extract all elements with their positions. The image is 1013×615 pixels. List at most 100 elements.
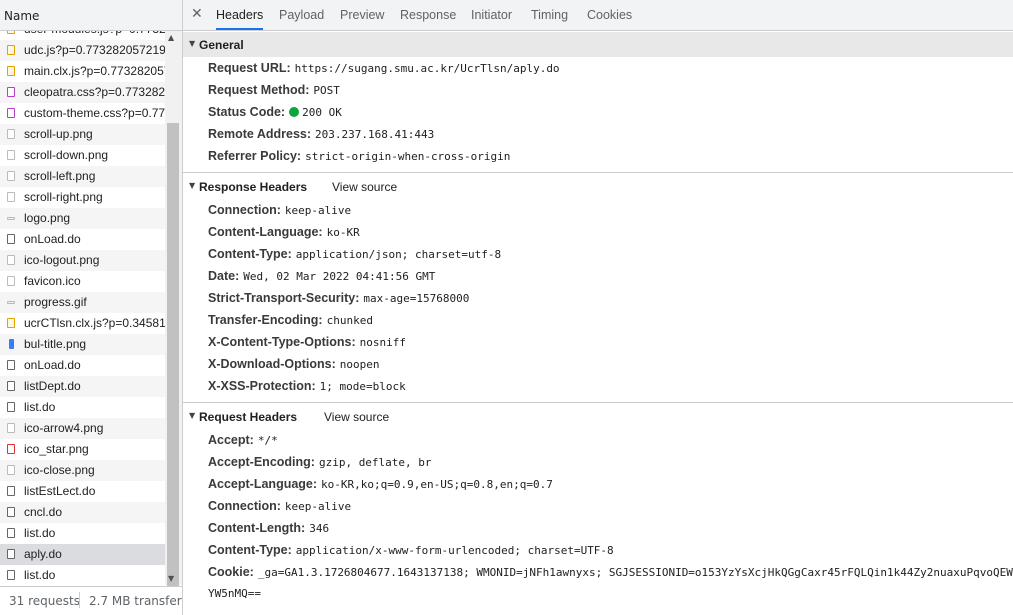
- request-list-item[interactable]: scroll-right.png: [0, 187, 165, 208]
- details-tab-bar: ✕ Headers Payload Preview Response Initi…: [183, 0, 1013, 31]
- header-value: nosniff: [359, 336, 407, 349]
- header-name: Content-Language:: [208, 225, 323, 239]
- request-list-item[interactable]: aply.do: [0, 544, 165, 565]
- request-list-item[interactable]: ico-close.png: [0, 460, 165, 481]
- header-row: Cookie: _ga=GA1.3.1726804677.1643137138; …: [208, 565, 1013, 585]
- header-value: application/json; charset=utf-8: [295, 248, 502, 261]
- image-file-icon: [7, 444, 15, 454]
- header-row: X-Content-Type-Options: nosniff: [208, 335, 406, 355]
- tab-cookies[interactable]: Cookies: [587, 0, 632, 30]
- general-section-header[interactable]: ▼ General: [183, 32, 1013, 57]
- tab-timing[interactable]: Timing: [531, 0, 568, 30]
- header-value: POST: [313, 84, 340, 97]
- tab-initiator[interactable]: Initiator: [471, 0, 512, 30]
- request-list-item[interactable]: main.clx.js?p=0.773282057: [0, 61, 165, 82]
- request-list-item[interactable]: listDept.do: [0, 376, 165, 397]
- header-name: Connection:: [208, 499, 281, 513]
- section-divider: [183, 402, 1013, 403]
- document-icon: [7, 507, 15, 517]
- collapse-triangle-icon: ▼: [189, 39, 196, 48]
- request-name: list.do: [24, 400, 56, 414]
- header-row: Remote Address: 203.237.168.41:443: [208, 127, 434, 147]
- header-value: chunked: [326, 314, 373, 327]
- document-icon: [7, 570, 15, 580]
- request-name: logo.png: [24, 211, 71, 225]
- header-row: Content-Length: 346: [208, 521, 329, 541]
- request-list-item[interactable]: progress.gif: [0, 292, 165, 313]
- tab-headers[interactable]: Headers: [216, 0, 264, 30]
- scroll-down-arrow-icon[interactable]: ▼: [168, 574, 174, 583]
- header-value: ko-KR,ko;q=0.9,en-US;q=0.8,en;q=0.7: [321, 478, 553, 491]
- status-footer: 31 requests 2.7 MB transferre: [0, 586, 182, 615]
- header-name: Strict-Transport-Security:: [208, 291, 360, 305]
- request-list-item[interactable]: onLoad.do: [0, 229, 165, 250]
- request-view-source-link[interactable]: View source: [324, 410, 389, 424]
- header-row: Content-Type: application/json; charset=u…: [208, 247, 501, 267]
- name-column-header[interactable]: Name: [0, 0, 182, 31]
- image-file-icon: [7, 150, 15, 160]
- request-list-item[interactable]: ico_star.png: [0, 439, 165, 460]
- document-icon: [7, 360, 15, 370]
- close-icon[interactable]: ✕: [191, 6, 203, 22]
- request-list-item[interactable]: onLoad.do: [0, 355, 165, 376]
- collapse-triangle-icon: ▼: [189, 411, 196, 420]
- request-list-item[interactable]: custom-theme.css?p=0.77: [0, 103, 165, 124]
- name-column-label: Name: [4, 9, 40, 23]
- document-icon: [7, 528, 15, 538]
- request-list-item[interactable]: bul-title.png: [0, 334, 165, 355]
- request-name: scroll-up.png: [24, 127, 93, 141]
- request-list-item[interactable]: list.do: [0, 397, 165, 418]
- tab-payload[interactable]: Payload: [279, 0, 324, 30]
- request-name: ico-logout.png: [24, 253, 100, 267]
- header-name: Content-Type:: [208, 247, 292, 261]
- request-count: 31 requests: [9, 594, 80, 608]
- image-file-icon: [7, 276, 15, 286]
- request-name: scroll-left.png: [24, 169, 96, 183]
- response-headers-title: Response Headers: [199, 180, 308, 194]
- request-list-item[interactable]: scroll-up.png: [0, 124, 165, 145]
- request-list-item[interactable]: scroll-left.png: [0, 166, 165, 187]
- header-name: Request URL:: [208, 61, 291, 75]
- status-ok-icon: [289, 107, 300, 117]
- request-name: list.do: [24, 526, 56, 540]
- header-name: X-Download-Options:: [208, 357, 336, 371]
- request-list-item[interactable]: ico-arrow4.png: [0, 418, 165, 439]
- request-list-item[interactable]: listEstLect.do: [0, 481, 165, 502]
- request-name: scroll-right.png: [24, 190, 103, 204]
- scrollbar-thumb[interactable]: [167, 123, 179, 597]
- request-list-item[interactable]: scroll-down.png: [0, 145, 165, 166]
- header-name: Date:: [208, 269, 240, 283]
- header-value: 1; mode=block: [319, 380, 406, 393]
- css-file-icon: [7, 87, 15, 97]
- document-icon: [7, 381, 15, 391]
- response-headers-section-header[interactable]: ▼ Response Headers View source: [183, 174, 1013, 199]
- header-name: Cookie:: [208, 565, 254, 579]
- request-list-item[interactable]: ucrCTlsn.clx.js?p=0.345815: [0, 313, 165, 334]
- request-list-item[interactable]: list.do: [0, 523, 165, 544]
- request-headers-section-header[interactable]: ▼ Request Headers View source: [183, 404, 1013, 429]
- request-list-item[interactable]: favicon.ico: [0, 271, 165, 292]
- header-value: */*: [257, 434, 278, 447]
- request-list-item[interactable]: list.do: [0, 565, 165, 586]
- header-value: gzip, deflate, br: [318, 456, 432, 469]
- tab-preview[interactable]: Preview: [340, 0, 384, 30]
- request-list-item[interactable]: cleopatra.css?p=0.773282C: [0, 82, 165, 103]
- header-row: Accept: */*: [208, 433, 278, 453]
- request-name: udc.js?p=0.773282057219: [24, 43, 165, 57]
- request-list-item[interactable]: udc.js?p=0.773282057219: [0, 40, 165, 61]
- request-list-item[interactable]: logo.png: [0, 208, 165, 229]
- response-view-source-link[interactable]: View source: [332, 180, 397, 194]
- request-list-item[interactable]: ico-logout.png: [0, 250, 165, 271]
- tab-response[interactable]: Response: [400, 0, 456, 30]
- header-value: ko-KR: [326, 226, 360, 239]
- header-name: Referrer Policy:: [208, 149, 302, 163]
- request-name: list.do: [24, 568, 56, 582]
- header-value: 200 OK: [302, 106, 342, 119]
- request-list-item[interactable]: cncl.do: [0, 502, 165, 523]
- header-row: Date: Wed, 02 Mar 2022 04:41:56 GMT: [208, 269, 435, 289]
- header-row: Connection: keep-alive: [208, 499, 351, 519]
- request-list-scrollbar[interactable]: ▲ ▼: [165, 31, 182, 597]
- image-file-icon: [7, 423, 15, 433]
- header-value: Wed, 02 Mar 2022 04:41:56 GMT: [243, 270, 436, 283]
- scroll-up-arrow-icon[interactable]: ▲: [168, 33, 174, 42]
